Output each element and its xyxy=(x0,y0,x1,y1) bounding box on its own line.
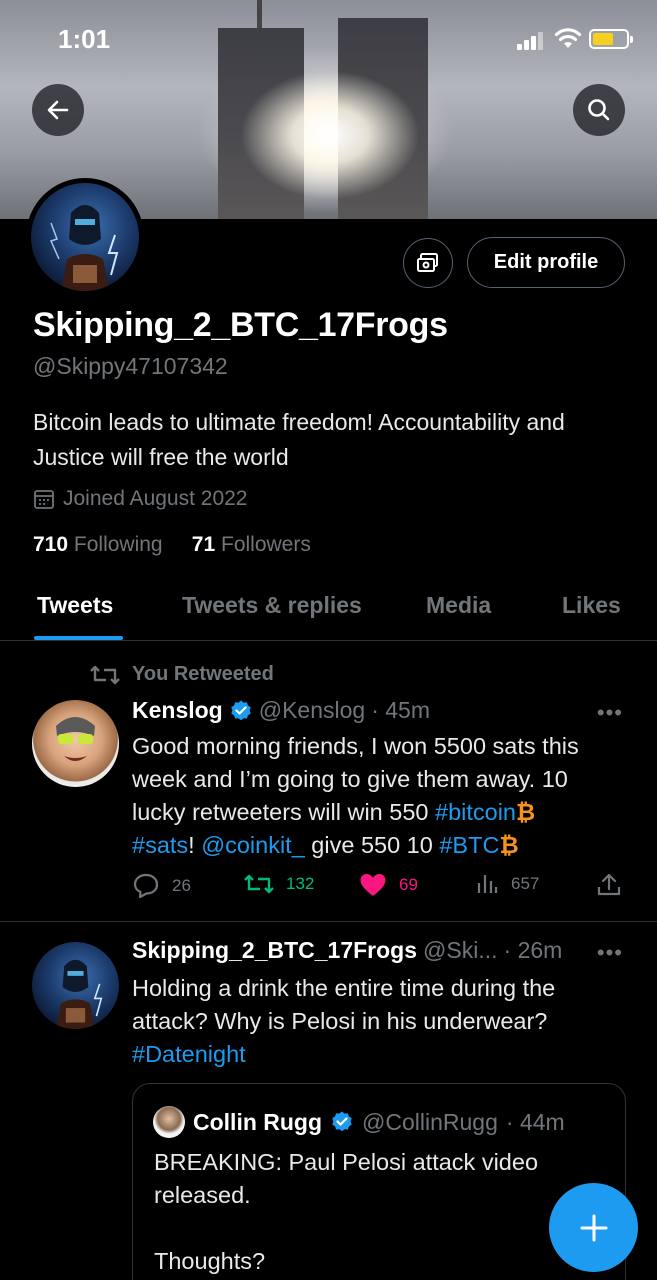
edit-profile-button[interactable]: Edit profile xyxy=(467,237,625,288)
profile-handle: @Skippy47107342 xyxy=(33,353,228,379)
verified-badge-icon xyxy=(231,700,251,720)
profile-bio: Bitcoin leads to ultimate freedom! Accou… xyxy=(33,409,565,470)
tab-tweets[interactable]: Tweets xyxy=(37,592,113,619)
reply-count: 26 xyxy=(172,876,191,895)
retweet-icon xyxy=(244,874,274,894)
tweet-time: · 45m xyxy=(371,697,430,723)
battery-icon xyxy=(589,29,633,49)
followers-link[interactable]: 71 Followers xyxy=(192,533,311,556)
tweet-body: Holding a drink the entire time during t… xyxy=(132,972,632,1071)
quote-header: Collin Rugg @CollinRugg · 44m xyxy=(153,1106,565,1138)
author-name[interactable]: Kenslog xyxy=(132,697,223,724)
reply-button[interactable]: 26 xyxy=(132,872,191,900)
tweet-author-avatar[interactable] xyxy=(32,942,119,1029)
money-icon xyxy=(417,253,438,272)
tweet-text: give 550 10 xyxy=(304,832,440,858)
banner-glow xyxy=(240,70,420,200)
follow-stats: 710 Following 71 Followers xyxy=(33,533,311,557)
reply-icon xyxy=(133,873,159,899)
avatar-art xyxy=(56,959,103,1029)
bitcoin-icon: ₿ xyxy=(499,832,519,858)
tweet-actions: 26 132 69 657 xyxy=(132,872,632,902)
display-name: Skipping_2_BTC_17Frogs xyxy=(33,306,448,344)
retweet-icon xyxy=(90,665,120,684)
quote-author-handle: @CollinRugg xyxy=(362,1108,498,1135)
like-button[interactable]: 69 xyxy=(359,872,418,898)
following-link[interactable]: 710 Following xyxy=(33,533,163,556)
profile-avatar[interactable] xyxy=(26,178,144,296)
compose-tweet-button[interactable] xyxy=(549,1183,638,1272)
tweet[interactable]: You Retweeted Kenslog @Kenslog · 45m •••… xyxy=(0,642,657,922)
author-name[interactable]: Skipping_2_BTC_17Frogs xyxy=(132,937,417,964)
retweet-context: You Retweeted xyxy=(90,663,274,686)
tweet-time: · 26m xyxy=(503,937,563,963)
avatar-image xyxy=(31,183,139,291)
retweet-button[interactable]: 132 xyxy=(244,872,314,896)
tab-tweets-replies[interactable]: Tweets & replies xyxy=(182,592,362,619)
view-count: 657 xyxy=(511,874,540,893)
calendar-icon xyxy=(34,490,54,509)
status-time: 1:01 xyxy=(58,24,111,54)
views-button[interactable]: 657 xyxy=(475,872,539,896)
tweet-header: Skipping_2_BTC_17Frogs @Ski... · 26m xyxy=(132,937,562,964)
quote-text: Thoughts? xyxy=(154,1248,266,1274)
share-icon xyxy=(597,873,621,896)
tweet-text-line: #sats! @coinkit_ give 550 10 #BTC₿ xyxy=(132,829,632,862)
quote-time: · 44m xyxy=(505,1108,565,1135)
joined-date: Joined August 2022 xyxy=(33,487,248,511)
subscriptions-button[interactable] xyxy=(403,238,453,288)
avatar-face xyxy=(56,717,95,761)
tab-media[interactable]: Media xyxy=(426,592,491,619)
retweet-label: You Retweeted xyxy=(132,663,274,685)
quote-author-name: Collin Rugg xyxy=(193,1108,323,1135)
active-tab-indicator xyxy=(34,636,123,640)
followers-label: Followers xyxy=(221,533,311,556)
tweet-text: Holding a drink the entire time during t… xyxy=(132,975,556,1034)
quoted-tweet[interactable]: Collin Rugg @CollinRugg · 44m BREAKING: … xyxy=(132,1083,626,1280)
back-button[interactable] xyxy=(32,84,84,136)
analytics-icon xyxy=(477,875,498,893)
quote-text: BREAKING: Paul Pelosi attack video relea… xyxy=(154,1149,539,1208)
verified-badge-icon xyxy=(332,1111,352,1132)
tweet-text: lucky retweeters will win 550 xyxy=(132,799,435,825)
tweet-author-avatar[interactable] xyxy=(32,700,119,787)
profile-tabs: Tweets Tweets & replies Media Likes xyxy=(0,575,657,641)
hashtag-link[interactable]: #BTC xyxy=(439,832,499,858)
bitcoin-icon: ₿ xyxy=(516,799,536,825)
like-count: 69 xyxy=(399,875,418,894)
joined-text: Joined August 2022 xyxy=(63,487,248,510)
hashtag-link[interactable]: #bitcoin xyxy=(435,799,516,825)
tweet-text: ! xyxy=(188,832,202,858)
hashtag-link[interactable]: #Datenight xyxy=(132,1038,632,1071)
status-bar: 1:01 xyxy=(0,0,657,80)
search-button[interactable] xyxy=(573,84,625,136)
following-count: 710 xyxy=(33,533,69,556)
avatar-art xyxy=(49,205,119,291)
tab-likes[interactable]: Likes xyxy=(562,592,621,619)
tweet-header: Kenslog @Kenslog · 45m xyxy=(132,697,430,724)
mention-link[interactable]: @coinkit_ xyxy=(201,832,305,858)
arrow-left-icon xyxy=(47,100,69,120)
wifi-icon xyxy=(554,28,582,48)
hashtag-link[interactable]: #sats xyxy=(132,832,188,858)
tweet-text-line: lucky retweeters will win 550 #bitcoin₿ xyxy=(132,796,632,829)
author-handle[interactable]: @Kenslog xyxy=(259,697,365,724)
tweet-text-line: week and I’m going to give them away. 10 xyxy=(132,766,568,792)
share-button[interactable] xyxy=(596,872,622,898)
followers-count: 71 xyxy=(191,533,216,556)
retweet-count: 132 xyxy=(286,874,315,893)
quote-author-avatar xyxy=(153,1106,185,1138)
more-options-icon[interactable]: ••• xyxy=(597,700,623,726)
plus-icon xyxy=(580,1214,607,1241)
heart-icon xyxy=(360,874,386,896)
tweet-body: Good morning friends, I won 5500 sats th… xyxy=(132,730,632,862)
cellular-signal-icon xyxy=(517,30,547,50)
more-options-icon[interactable]: ••• xyxy=(597,940,623,966)
following-label: Following xyxy=(73,533,163,556)
author-handle[interactable]: @Ski... xyxy=(423,937,497,964)
tweet-text-line: Good morning friends, I won 5500 sats th… xyxy=(132,733,579,759)
quote-body: BREAKING: Paul Pelosi attack video relea… xyxy=(154,1146,614,1278)
search-icon xyxy=(588,99,610,121)
